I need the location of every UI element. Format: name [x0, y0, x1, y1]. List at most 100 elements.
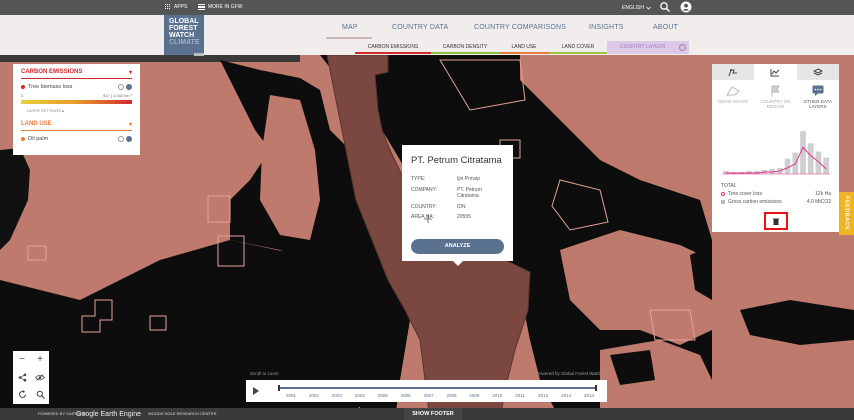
whrc-logo[interactable]: WOODS HOLE RESEARCH CENTER: [148, 411, 216, 416]
feedback-tab[interactable]: FEEDBACK: [839, 192, 854, 235]
tab-chart[interactable]: [754, 64, 797, 80]
tab-land-cover[interactable]: LAND COVER: [549, 41, 607, 54]
other-data-layers-tool[interactable]: OTHER DATA LAYERS: [797, 84, 839, 109]
language-select[interactable]: ENGLISH: [622, 5, 651, 11]
total-row-value: 12k Ha: [815, 191, 831, 197]
nav-country-data[interactable]: COUNTRY DATA: [392, 24, 448, 31]
chart-bar: [807, 143, 814, 174]
delete-analysis-button[interactable]: [764, 212, 788, 230]
flag-icon: [771, 85, 781, 97]
row-key: COUNTRY:: [411, 203, 437, 210]
tab-layers[interactable]: [796, 64, 839, 80]
timeline: 2001 2002 2003 2004 2005 2006 2007 2008 2009 2010…: [246, 380, 607, 402]
tab-analysis[interactable]: [712, 64, 755, 80]
map-note-left: Scroll to zoom: [250, 371, 279, 376]
concession-popup: PT. Petrum Citratama TYPE: Ijin Prinsip C…: [402, 145, 513, 261]
tab-country-layers[interactable]: COUNTRY LAYERS −: [607, 41, 689, 54]
popup-row-country: COUNTRY: IDN: [411, 204, 504, 211]
scale-min: 0: [21, 93, 24, 98]
nav-insights[interactable]: INSIGHTS: [589, 24, 624, 31]
more-label: MORE IN GFW: [208, 4, 243, 10]
timeline-year[interactable]: 2006: [401, 393, 411, 398]
draw-shape-tool[interactable]: DRAW SHAPE: [712, 84, 754, 109]
timeline-year[interactable]: 2008: [446, 393, 456, 398]
chart-bar: [815, 151, 822, 174]
timeline-year[interactable]: 2007: [424, 393, 434, 398]
timeline-year[interactable]: 2012: [538, 393, 548, 398]
nav-links: MAP COUNTRY DATA COUNTRY COMPARISONS INS…: [0, 24, 854, 34]
play-button[interactable]: [253, 387, 259, 395]
tree-cover-loss-chart: [722, 131, 830, 175]
legend-category-land-use[interactable]: LAND USE ▾: [21, 121, 132, 131]
remove-layer-icon[interactable]: [118, 84, 124, 90]
timeline-year[interactable]: 2011: [515, 393, 525, 398]
collapse-icon[interactable]: ▾: [129, 121, 132, 128]
legend-scale: 0 917 | 1,032 ha⁻¹: [21, 93, 132, 98]
timeline-year[interactable]: 2003: [332, 393, 342, 398]
minus-icon[interactable]: −: [679, 44, 686, 51]
toggle-visibility-button[interactable]: [31, 369, 49, 386]
zoom-in-button[interactable]: +: [31, 351, 49, 368]
analyze-button[interactable]: ANALYZE: [411, 239, 504, 254]
legend-gradient: [21, 100, 132, 104]
tool-label: REGION: [766, 104, 785, 109]
total-row-value: 4.0 MtCO2: [806, 199, 831, 205]
timeline-year[interactable]: 2009: [469, 393, 479, 398]
legend-layer-oil-palm: Oil palm: [21, 136, 132, 142]
popup-row-company: COMPANY: PT. Petrum Citratama: [411, 187, 504, 200]
google-logo[interactable]: Google Earth Engine: [76, 411, 141, 418]
grid-icon: [165, 4, 171, 10]
timeline-track[interactable]: [278, 387, 596, 389]
crosshair-cursor-icon: [424, 215, 432, 223]
tab-land-use[interactable]: LAND USE: [499, 41, 549, 54]
collapse-icon[interactable]: ▾: [129, 69, 132, 76]
country-region-tool[interactable]: COUNTRY OR REGION: [754, 84, 796, 109]
analysis-icon: [728, 68, 738, 76]
popup-title: PT. Petrum Citratama: [411, 155, 502, 166]
zoom-out-button[interactable]: −: [13, 351, 31, 368]
refresh-icon: [18, 390, 26, 398]
info-icon[interactable]: [126, 84, 132, 90]
legend-category-carbon-emissions[interactable]: CARBON EMISSIONS ▾: [21, 69, 132, 79]
timeline-year[interactable]: 2002: [309, 393, 319, 398]
nav-about[interactable]: ABOUT: [653, 24, 678, 31]
nav-map[interactable]: MAP: [342, 24, 358, 31]
layer-settings-link[interactable]: LAYER SETTINGS ▴: [27, 108, 132, 113]
nav-country-comparisons[interactable]: COUNTRY COMPARISONS: [474, 24, 566, 31]
timeline-year[interactable]: 2014: [584, 393, 594, 398]
timeline-end-handle[interactable]: [595, 385, 597, 391]
language-label: ENGLISH: [622, 5, 644, 11]
row-value: IDN: [457, 203, 466, 210]
more-in-gfw-menu[interactable]: MORE IN GFW: [198, 4, 242, 10]
row-key: TYPE:: [411, 176, 426, 182]
eye-slash-icon: [35, 374, 45, 381]
tab-carbon-density[interactable]: CARBON DENSITY: [431, 41, 499, 54]
timeline-year[interactable]: 2004: [355, 393, 365, 398]
remove-layer-icon[interactable]: [118, 136, 124, 142]
layer-color-dot: [21, 85, 25, 89]
timeline-year[interactable]: 2013: [561, 393, 571, 398]
layer-label: Tree biomass loss: [28, 84, 73, 90]
timeline-year[interactable]: 2005: [378, 393, 388, 398]
share-button[interactable]: [13, 369, 31, 386]
chart-bar: [823, 157, 829, 174]
apps-menu[interactable]: APPS: [165, 4, 187, 10]
user-icon[interactable]: [680, 1, 692, 13]
tool-label: DRAW SHAPE: [718, 99, 749, 104]
search-map-button[interactable]: [31, 386, 49, 403]
tab-carbon-emissions[interactable]: CARBON EMISSIONS: [355, 41, 431, 54]
timeline-year[interactable]: 2010: [492, 393, 502, 398]
tool-label: LAYERS: [809, 104, 827, 109]
info-icon[interactable]: [126, 136, 132, 142]
tab-label: LAND COVER: [561, 44, 595, 50]
chart-bar: [723, 170, 729, 174]
timeline-year[interactable]: 2001: [286, 393, 296, 398]
search-icon[interactable]: [659, 1, 671, 13]
reset-button[interactable]: [13, 386, 31, 403]
row-value: Ijin Prinsip: [457, 176, 481, 182]
timeline-start-handle[interactable]: [278, 385, 280, 391]
tab-color-bar: [431, 52, 499, 54]
totals-block: TOTAL Tree cover loss 12k Ha Gross carbo…: [721, 183, 831, 205]
layer-category-tabs: CARBON EMISSIONS CARBON DENSITY LAND USE…: [0, 41, 854, 54]
show-footer-button[interactable]: SHOW FOOTER: [404, 408, 462, 420]
